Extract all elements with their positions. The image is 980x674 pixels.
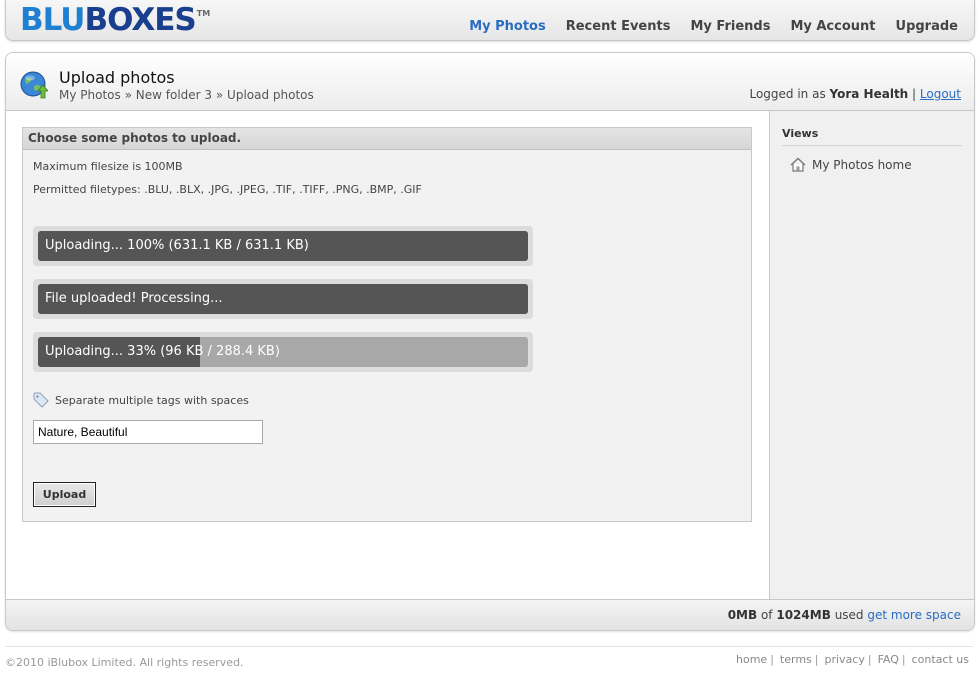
storage-of-label: of (760, 608, 773, 622)
user-info: Logged in as Yora Health | Logout (749, 87, 961, 101)
max-filesize-text: Maximum filesize is 100MB (33, 160, 183, 173)
footer-links: home | terms | privacy | FAQ | contact us (736, 653, 969, 666)
storage-used: 0MB (727, 608, 758, 622)
breadcrumb-my-photos[interactable]: My Photos (59, 88, 121, 102)
footer-link-home[interactable]: home (736, 653, 767, 666)
upload-panel-title: Choose some photos to upload. (23, 128, 751, 150)
globe-upload-icon (20, 71, 48, 99)
sidebar-item-my-photos-home[interactable]: My Photos home (790, 157, 912, 172)
main-nav: My Photos Recent Events My Friends My Ac… (449, 19, 958, 34)
nav-upgrade[interactable]: Upgrade (896, 19, 958, 34)
upload-progress-bar: Uploading... 33% (96 KB / 288.4 KB) (33, 332, 533, 372)
home-icon (790, 157, 806, 172)
footer-link-terms[interactable]: terms (780, 653, 812, 666)
progress-label: Uploading... 33% (96 KB / 288.4 KB) (45, 344, 280, 359)
upload-progress-bar: Uploading... 100% (631.1 KB / 631.1 KB) (33, 226, 533, 266)
nav-my-account[interactable]: My Account (790, 19, 875, 34)
tag-icon (33, 392, 49, 408)
breadcrumb-separator: » (215, 88, 224, 102)
footer-link-privacy[interactable]: privacy (825, 653, 865, 666)
user-name: Yora Health (829, 87, 909, 101)
top-navigation-bar: BLUBOXESTM My Photos Recent Events My Fr… (5, 0, 975, 41)
sidebar-title: Views (782, 127, 962, 146)
logout-link[interactable]: Logout (920, 87, 961, 101)
progress-label: Uploading... 100% (631.1 KB / 631.1 KB) (45, 238, 309, 253)
breadcrumb: My Photos » New folder 3 » Upload photos (59, 88, 314, 102)
footer-link-faq[interactable]: FAQ (878, 653, 899, 666)
breadcrumb-separator: » (124, 88, 132, 102)
nav-recent-events[interactable]: Recent Events (566, 19, 671, 34)
breadcrumb-new-folder-3[interactable]: New folder 3 (136, 88, 212, 102)
footer-divider (5, 646, 973, 647)
storage-total: 1024MB (776, 608, 831, 622)
sidebar: Views My Photos home (769, 111, 974, 599)
upload-panel: Choose some photos to upload. Maximum fi… (22, 127, 752, 522)
nav-my-friends[interactable]: My Friends (690, 19, 770, 34)
storage-bar: 0MB of 1024MB used get more space (6, 599, 974, 630)
upload-button[interactable]: Upload (33, 482, 96, 507)
copyright: ©2010 iBlubox Limited. All rights reserv… (5, 656, 244, 669)
storage-used-label: used (834, 608, 864, 622)
footer-link-contact[interactable]: contact us (912, 653, 969, 666)
page-header: Upload photos My Photos » New folder 3 »… (6, 53, 974, 111)
breadcrumb-upload-photos: Upload photos (227, 88, 314, 102)
tags-hint-text: Separate multiple tags with spaces (55, 393, 249, 407)
logged-in-label: Logged in as (749, 87, 826, 101)
page-title: Upload photos (59, 68, 175, 87)
storage-usage: 0MB of 1024MB used get more space (728, 608, 961, 622)
get-more-space-link[interactable]: get more space (867, 608, 961, 622)
upload-progress-bar: File uploaded! Processing... (33, 279, 533, 319)
content-area: Choose some photos to upload. Maximum fi… (6, 111, 769, 599)
nav-my-photos[interactable]: My Photos (469, 19, 546, 34)
bluboxes-logo[interactable]: BLUBOXESTM (20, 2, 210, 38)
permitted-filetypes-text: Permitted filetypes: .BLU, .BLX, .JPG, .… (33, 183, 422, 196)
tags-input[interactable] (33, 420, 263, 444)
tags-hint: Separate multiple tags with spaces (33, 392, 249, 408)
progress-label: File uploaded! Processing... (45, 291, 223, 306)
main-container: Upload photos My Photos » New folder 3 »… (5, 52, 975, 631)
sidebar-item-label: My Photos home (812, 157, 912, 172)
